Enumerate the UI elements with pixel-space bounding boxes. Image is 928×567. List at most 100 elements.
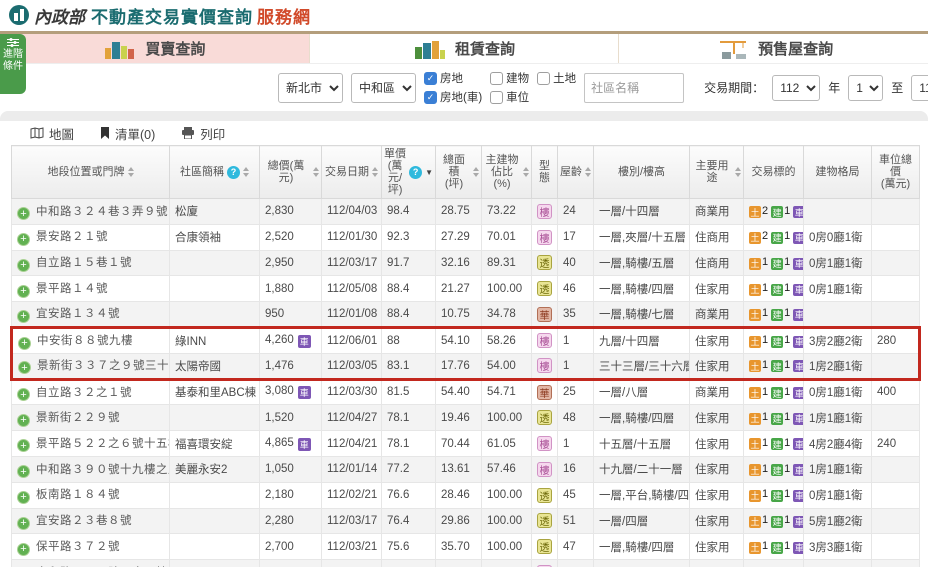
column-header[interactable]: 單價 (萬元/坪)? ▼ <box>381 145 436 199</box>
expand-row-icon[interactable]: + <box>17 490 30 504</box>
year-from-select[interactable]: 112 <box>772 74 821 101</box>
checkbox-box[interactable] <box>490 90 504 104</box>
tab-rent-search[interactable]: 租賃查詢 <box>308 34 619 63</box>
table-row[interactable]: + 中和路３２４巷３弄９號 松廈 2,830 112/04/03 98.4 28.75 73.… <box>11 198 920 225</box>
cell-usage: 住家用 <box>689 430 744 457</box>
cell-age: 25 <box>557 378 594 406</box>
sort-icon[interactable] <box>473 167 479 177</box>
column-header[interactable]: 主要用途 <box>689 145 744 199</box>
building-type-badge: 樓 <box>537 358 552 374</box>
month-from-select[interactable]: 1 <box>848 74 884 101</box>
table-row[interactable]: + 景安路２１號 合康領袖 2,520 112/01/30 92.3 27.29 70.01 樓… <box>11 223 920 251</box>
checkbox-box[interactable]: ✓ <box>424 71 437 85</box>
cell-layout: 0房0廳1衛 <box>803 223 872 251</box>
column-header[interactable]: 社區簡稱? <box>169 145 260 199</box>
table-row[interactable]: + 自立路３２之１號 基泰和里ABC棟 3,080 車 112/03/30 81.5 54.4… <box>11 378 920 406</box>
column-header[interactable]: 總面積 (坪) <box>435 145 482 199</box>
expand-row-icon[interactable]: + <box>17 516 30 530</box>
checkbox-box[interactable] <box>490 71 504 85</box>
expand-row-icon[interactable]: + <box>17 388 30 402</box>
expand-row-icon[interactable]: + <box>18 361 31 375</box>
cell-area: 19.46 <box>435 404 482 432</box>
table-row[interactable]: + 宜安路２３巷８號 2,280 112/03/17 76.4 29.86 100.00 透 5… <box>11 507 920 535</box>
cell-ratio: 100.00 <box>481 404 532 432</box>
column-header[interactable]: 主建物 佔比(%) <box>481 145 532 199</box>
cell-ratio: 100.00 <box>481 275 532 303</box>
city-select[interactable]: 新北市 <box>278 72 343 103</box>
table-row[interactable]: + 景平路１４號 1,880 112/05/08 88.4 21.27 100.00 透 46 一… <box>11 275 920 303</box>
target-land-count: 2 <box>762 230 769 243</box>
cell-layout: 0房1廳1衛 <box>803 481 872 509</box>
site-header[interactable]: 內政部 不動產交易實價查詢 服務網 <box>0 0 928 30</box>
table-row[interactable]: + 中和路３９０號十九樓之八 美麗永安2 1,050 112/01/14 77.2 13.6… <box>11 455 920 483</box>
expand-row-icon[interactable]: + <box>17 207 30 221</box>
cell-total-price: 1,476 <box>259 352 322 381</box>
cell-date: 112/03/17 <box>321 507 382 535</box>
expand-row-icon[interactable]: + <box>17 309 30 323</box>
expand-row-icon[interactable]: + <box>17 465 30 479</box>
target-car-badge: 車 <box>793 489 804 502</box>
table-row[interactable]: + 景新街３３７之９號三十三樓太陽帝國1,476112/03/0583.117.7… <box>10 352 921 381</box>
checkbox-建物[interactable]: 建物 <box>490 70 529 86</box>
community-name-input[interactable] <box>584 72 685 103</box>
property-type-checkboxes: ✓ 房地 ✓ 房地(車) 建物車位 土地 <box>424 70 576 105</box>
checkbox-房地[interactable]: ✓ 房地 <box>424 70 482 86</box>
map-view-button[interactable]: 地圖 <box>30 124 74 143</box>
tab-sale-search[interactable]: 買賣查詢 <box>0 34 309 63</box>
table-row[interactable]: + 自立路１５巷１號 2,950 112/03/17 91.7 32.16 89.31 透 40… <box>11 249 920 277</box>
table-row[interactable]: + 宜安路１３４號 950 112/01/08 88.4 10.75 34.78 華 35 一層,… <box>11 301 920 328</box>
sort-icon[interactable] <box>585 167 591 177</box>
sort-icon[interactable] <box>313 167 319 177</box>
expand-row-icon[interactable]: + <box>17 284 30 298</box>
checkbox-box[interactable] <box>537 71 551 85</box>
target-land-count: 1 <box>762 411 769 424</box>
expand-row-icon[interactable]: + <box>17 439 30 453</box>
column-header[interactable]: 屋齡 <box>557 145 594 199</box>
cell-community <box>169 249 260 277</box>
table-row[interactable]: +中和路３９０號二十一樓之十二美麗永安21,320112/03/0175.617… <box>11 559 920 567</box>
cell-layout: 1房2廳1衛 <box>803 352 872 381</box>
table-row[interactable]: + 板南路１８４號 2,180 112/02/21 76.6 28.46 100.00 透 45… <box>11 481 920 509</box>
expand-row-icon[interactable]: + <box>17 542 30 556</box>
sort-icon[interactable] <box>372 167 378 177</box>
sort-desc-icon[interactable]: ▼ <box>425 168 433 177</box>
column-header[interactable]: 總價(萬元) <box>259 145 322 199</box>
sort-icon[interactable] <box>127 167 134 177</box>
cell-date: 112/05/08 <box>321 275 382 303</box>
sort-icon[interactable] <box>735 167 741 177</box>
cell-address: + 中安街８８號九樓 <box>10 325 170 354</box>
district-select[interactable]: 中和區 <box>351 72 416 103</box>
cell-floor: 十五層/十五層 <box>593 430 690 457</box>
cell-total-price: 1,320 <box>259 559 322 567</box>
table-row[interactable]: + 景新街２２９號 1,520 112/04/27 78.1 19.46 100.00 透 48… <box>11 404 920 432</box>
building-type-badge: 華 <box>537 384 552 400</box>
print-button[interactable]: 列印 <box>181 124 225 143</box>
target-land-badge: 土 <box>749 464 761 477</box>
checkbox-車位[interactable]: 車位 <box>490 89 529 105</box>
target-car-badge: 車 <box>793 335 804 348</box>
sort-icon[interactable] <box>243 167 249 177</box>
cell-age: 16 <box>557 559 594 567</box>
cell-community <box>169 507 260 535</box>
column-header[interactable]: 地段位置或門牌 <box>11 145 170 199</box>
tab-presale-search[interactable]: 預售屋查詢 <box>618 34 928 63</box>
expand-row-icon[interactable]: + <box>18 336 31 350</box>
table-row[interactable]: + 保平路３７２號 2,700 112/03/21 75.6 35.70 100.00 透 47… <box>11 533 920 561</box>
help-icon[interactable]: ? <box>227 165 240 179</box>
expand-row-icon[interactable]: + <box>17 413 30 427</box>
cell-community <box>169 301 260 328</box>
table-row[interactable]: + 景平路５２２之６號十五樓 福喜環安綻 4,865 車 112/04/21 78.1 70.… <box>11 430 920 457</box>
checkbox-土地[interactable]: 土地 <box>537 70 576 86</box>
sort-icon[interactable] <box>523 167 529 177</box>
table-row[interactable]: + 中安街８８號九樓 綠INN 4,260 車 112/06/01 88 54.10 58.26… <box>10 325 921 354</box>
year-to-select[interactable]: 112 <box>911 74 928 101</box>
checkbox-box[interactable]: ✓ <box>424 90 437 104</box>
saved-list-button[interactable]: 清單(0) <box>100 124 155 143</box>
help-icon[interactable]: ? <box>409 165 423 179</box>
advanced-conditions-tab[interactable]: 進階條件 <box>0 34 26 94</box>
expand-row-icon[interactable]: + <box>17 232 30 246</box>
expand-row-icon[interactable]: + <box>17 258 30 272</box>
column-header[interactable]: 交易日期 <box>321 145 382 199</box>
target-build-badge: 建 <box>771 283 784 296</box>
checkbox-房地(車)[interactable]: ✓ 房地(車) <box>424 89 482 105</box>
